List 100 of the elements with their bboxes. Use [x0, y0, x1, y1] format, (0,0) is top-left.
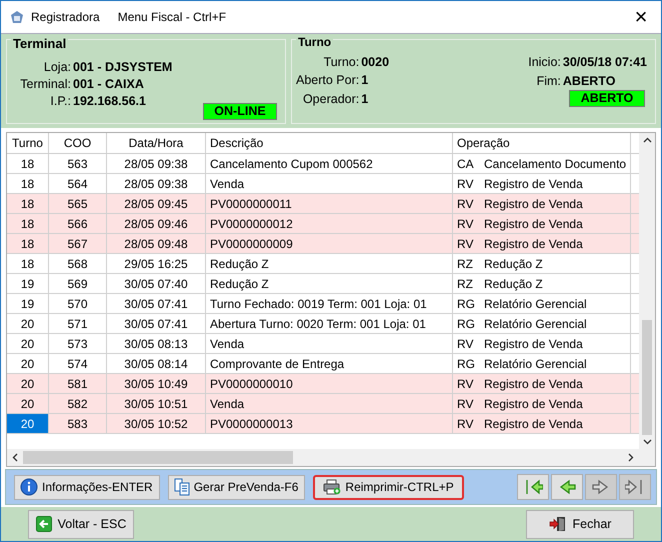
table-cell-text: RV	[457, 336, 474, 350]
back-button[interactable]: Voltar - ESC	[28, 510, 134, 538]
field-value: 192.168.56.1	[73, 94, 147, 108]
field-label: Terminal:	[19, 77, 71, 91]
field-label: Aberto Por:	[296, 73, 360, 89]
table-cell: Cancelamento Cupom 000562	[206, 154, 453, 173]
table-cell: 565	[49, 194, 107, 213]
table-cell: 28/05 09:45	[107, 194, 206, 213]
exit-door-icon	[548, 516, 567, 532]
table-cell-text: RV	[457, 176, 474, 190]
field-label: Loja:	[42, 60, 71, 74]
table-cell: Registro de Venda	[484, 216, 583, 230]
scroll-thumb[interactable]	[23, 451, 293, 464]
table-cell: Registro de Venda	[484, 196, 583, 210]
table-cell-text: RV	[457, 416, 474, 430]
printer-icon	[323, 479, 342, 495]
table-cell: Redução Z	[206, 254, 453, 273]
previous-record-button[interactable]	[551, 474, 583, 500]
table-cell: 19	[7, 274, 49, 293]
field-value: 30/05/18 07:41	[562, 55, 647, 69]
field-value: 001 - CAIXA	[73, 77, 145, 91]
horizontal-scrollbar[interactable]	[7, 449, 655, 466]
app-icon	[9, 9, 25, 25]
table-cell: 583	[49, 414, 107, 433]
table-cell: 581	[49, 374, 107, 393]
scroll-down-icon[interactable]	[642, 439, 652, 445]
table-cell: Registro de Venda	[484, 396, 583, 410]
first-record-button[interactable]	[517, 474, 549, 500]
table-cell-text: RV	[457, 216, 474, 230]
table-cell: Abertura Turno: 0020 Term: 001 Loja: 01	[206, 314, 453, 333]
table-cell: 568	[49, 254, 107, 273]
table-cell: 20	[7, 314, 49, 333]
table-cell: 18	[7, 254, 49, 273]
table-cell: 564	[49, 174, 107, 193]
table-cell-text: RZ	[457, 256, 474, 270]
field-value: 0020	[361, 55, 390, 70]
table-cell: 20	[7, 334, 49, 353]
documents-icon	[174, 478, 190, 496]
table-cell: 571	[49, 314, 107, 333]
table-cell: Venda	[206, 394, 453, 413]
table-cell-text: RV	[457, 236, 474, 250]
table-cell: 20	[7, 354, 49, 373]
table-cell: Turno Fechado: 0019 Term: 001 Loja: 01	[206, 294, 453, 313]
table-cell: Cancelamento Documento	[484, 156, 626, 170]
table-cell-text: RZ	[457, 276, 474, 290]
table-cell: 20	[7, 394, 49, 413]
field-value: ABERTO	[562, 74, 616, 88]
table-cell: Relatório Gerencial	[484, 316, 587, 330]
table-cell: 28/05 09:38	[107, 154, 206, 173]
table-cell-text: RG	[457, 316, 476, 330]
table-cell: 573	[49, 334, 107, 353]
table-cell-text: RG	[457, 356, 476, 370]
table-cell: Registro de Venda	[484, 376, 583, 390]
close-button[interactable]: Fechar	[526, 510, 634, 538]
scroll-up-icon[interactable]	[642, 137, 652, 143]
table-cell: 30/05 10:52	[107, 414, 206, 433]
field-label: Fim:	[536, 74, 561, 88]
table-cell: Redução Z	[206, 274, 453, 293]
status-badge: ABERTO	[569, 90, 645, 107]
table-cell: Comprovante de Entrega	[206, 354, 453, 373]
table-cell: Registro de Venda	[484, 236, 583, 250]
table-cell: 28/05 09:46	[107, 214, 206, 233]
table-cell: 19	[7, 294, 49, 313]
table-cell: 20	[7, 374, 49, 393]
table-cell-text: RV	[457, 376, 474, 390]
menu-link[interactable]: Menu Fiscal - Ctrl+F	[118, 10, 226, 24]
window-title: Registradora	[31, 10, 100, 24]
table-cell: 30/05 08:13	[107, 334, 206, 353]
table-cell-text: RV	[457, 396, 474, 410]
table-cell: PV0000000011	[206, 194, 453, 213]
table-cell: 29/05 16:25	[107, 254, 206, 273]
table-cell: PV0000000012	[206, 214, 453, 233]
table-cell-text: RG	[457, 296, 476, 310]
table-cell: 20	[7, 414, 49, 433]
table-cell: 18	[7, 174, 49, 193]
status-badge: ON-LINE	[203, 103, 277, 120]
table-cell: Venda	[206, 174, 453, 193]
scroll-thumb[interactable]	[642, 320, 652, 435]
table-cell: 567	[49, 234, 107, 253]
vertical-scrollbar[interactable]	[639, 133, 655, 449]
table-cell: 30/05 10:51	[107, 394, 206, 413]
table-cell: Registro de Venda	[484, 176, 583, 190]
table-cell: 18	[7, 194, 49, 213]
info-icon	[20, 478, 38, 496]
prevenda-button[interactable]: Gerar PreVenda-F6	[168, 474, 306, 500]
table-cell: 570	[49, 294, 107, 313]
table-cell: 30/05 07:41	[107, 294, 206, 313]
field-label: I.P.:	[49, 94, 71, 108]
table-cell: 30/05 08:14	[107, 354, 206, 373]
field-value: 1	[361, 73, 370, 89]
info-button[interactable]: Informações-ENTER	[14, 474, 160, 500]
reprint-button[interactable]: Reimprimir-CTRL+P	[313, 474, 464, 500]
close-button[interactable]: ×	[621, 1, 661, 33]
scroll-left-icon[interactable]	[12, 453, 18, 462]
table-cell: 582	[49, 394, 107, 413]
scroll-right-icon[interactable]	[628, 453, 634, 462]
field-label: Operador:	[302, 92, 360, 107]
table-cell: 30/05 07:41	[107, 314, 206, 333]
table-cell: 30/05 10:49	[107, 374, 206, 393]
table-cell: 18	[7, 214, 49, 233]
